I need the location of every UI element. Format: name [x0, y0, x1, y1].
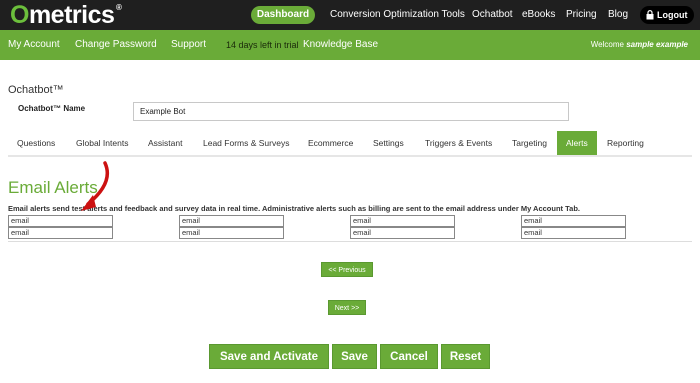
section-divider [8, 241, 692, 242]
bot-name-label: Ochatbot™ Name [18, 104, 86, 113]
account-bar: My Account Change Password Support 14 da… [0, 30, 700, 60]
red-arrow-annotation [81, 161, 110, 211]
save-and-activate-button[interactable]: Save and Activate [209, 344, 329, 369]
nav-ochatbot[interactable]: Ochatbot [472, 0, 513, 30]
tab-underline [8, 155, 692, 157]
nav-ebooks[interactable]: eBooks [522, 0, 555, 30]
email-alert-field[interactable]: email [350, 227, 455, 239]
welcome-username: sample example [626, 40, 688, 49]
tab-lead-forms-surveys[interactable]: Lead Forms & Surveys [203, 131, 289, 156]
nav-conversion-optimization-tools[interactable]: Conversion Optimization Tools [330, 0, 465, 30]
nav-change-password[interactable]: Change Password [75, 30, 157, 60]
reset-button[interactable]: Reset [441, 344, 490, 369]
tab-targeting[interactable]: Targeting [512, 131, 547, 156]
trial-status: 14 days left in trial [226, 40, 299, 50]
email-alert-field[interactable]: email [521, 215, 626, 227]
email-alert-field[interactable]: email [179, 227, 284, 239]
email-alert-field[interactable]: email [8, 215, 113, 227]
nav-pricing[interactable]: Pricing [566, 0, 597, 30]
save-button[interactable]: Save [332, 344, 377, 369]
next-button[interactable]: Next >> [328, 300, 366, 315]
email-alert-field[interactable]: email [8, 227, 113, 239]
logout-label: Logout [657, 10, 688, 20]
tab-global-intents[interactable]: Global Intents [76, 131, 128, 156]
tab-bar: Questions Global Intents Assistant Lead … [0, 131, 700, 157]
tab-questions[interactable]: Questions [17, 131, 55, 156]
nav-support[interactable]: Support [171, 30, 206, 60]
nav-knowledge-base[interactable]: Knowledge Base [303, 30, 378, 60]
logo-text: metrics [28, 1, 115, 29]
nav-blog[interactable]: Blog [608, 0, 628, 30]
tab-reporting[interactable]: Reporting [607, 131, 644, 156]
cancel-button[interactable]: Cancel [380, 344, 438, 369]
email-alert-field[interactable]: email [350, 215, 455, 227]
logout-button[interactable]: Logout [640, 6, 694, 24]
previous-button[interactable]: << Previous [321, 262, 373, 277]
bot-name-input[interactable] [133, 102, 569, 121]
dashboard-button[interactable]: Dashboard [251, 6, 315, 24]
tab-ecommerce[interactable]: Ecommerce [308, 131, 353, 156]
email-alert-field[interactable]: email [179, 215, 284, 227]
email-alert-field[interactable]: email [521, 227, 626, 239]
welcome-prefix: Welcome [590, 40, 624, 49]
logo-trademark: ® [116, 3, 122, 12]
lock-icon [646, 10, 654, 20]
logo-letter-o: O [10, 1, 29, 29]
tab-assistant[interactable]: Assistant [148, 131, 183, 156]
tab-alerts[interactable]: Alerts [557, 131, 597, 156]
ometrics-logo[interactable]: Ometrics ® [10, 1, 122, 30]
page-title: Ochatbot™ [8, 84, 64, 96]
welcome-message: Welcome sample example [591, 30, 688, 60]
tab-triggers-events[interactable]: Triggers & Events [425, 131, 492, 156]
top-bar: Ometrics ® Dashboard Conversion Optimizat… [0, 0, 700, 30]
nav-my-account[interactable]: My Account [8, 30, 60, 60]
tab-settings[interactable]: Settings [373, 131, 404, 156]
